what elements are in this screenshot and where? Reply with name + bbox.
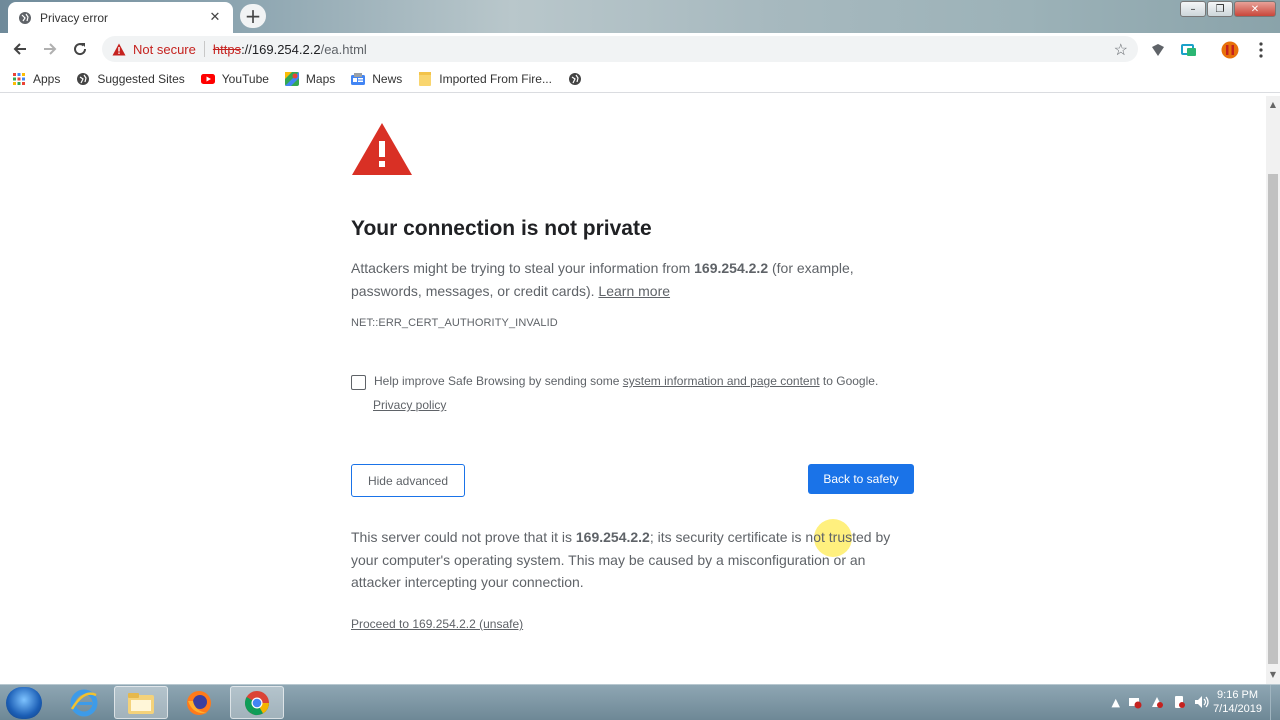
system-info-link[interactable]: system information and page content	[623, 374, 820, 388]
scrollbar-thumb[interactable]	[1268, 174, 1278, 664]
bookmark-apps[interactable]: Apps	[12, 72, 60, 86]
maps-icon	[284, 71, 299, 86]
menu-kebab-icon[interactable]	[1252, 41, 1270, 59]
safe-browsing-pre: Help improve Safe Browsing by sending so…	[374, 374, 623, 388]
reload-button[interactable]	[69, 38, 91, 60]
globe-icon	[568, 72, 582, 86]
internet-explorer-icon[interactable]	[57, 686, 111, 719]
details-host: 169.254.2.2	[575, 529, 650, 545]
tab-title: Privacy error	[40, 10, 109, 25]
bookmark-news[interactable]: News	[351, 72, 402, 86]
close-window-button[interactable]: ✕	[1234, 1, 1276, 17]
extension-puzzle-icon[interactable]	[1149, 41, 1167, 59]
back-to-safety-button[interactable]: Back to safety	[808, 464, 914, 494]
globe-icon	[76, 72, 90, 86]
network-warning-icon[interactable]	[1128, 695, 1142, 709]
clock-date: 7/14/2019	[1213, 703, 1262, 715]
show-desktop-button[interactable]	[1270, 685, 1280, 720]
reload-icon	[74, 43, 87, 56]
windows-taskbar: ▲ 9:16 PM 7/14/2019	[0, 684, 1280, 720]
title-bar: Privacy error ✕ + – ❐ ✕	[0, 0, 1280, 33]
privacy-policy-link[interactable]: Privacy policy	[373, 398, 446, 412]
apps-grid-icon	[12, 72, 26, 86]
page-title: Your connection is not private	[351, 217, 652, 240]
usb-device-icon[interactable]	[1172, 695, 1186, 709]
details-pre: This server could not prove that it is	[351, 529, 576, 545]
maximize-button[interactable]: ❐	[1207, 1, 1233, 17]
bookmark-globe[interactable]	[568, 72, 589, 86]
back-button[interactable]	[9, 38, 31, 60]
url-host: ://169.254.2.2	[241, 41, 321, 57]
file-explorer-icon[interactable]	[114, 686, 168, 719]
globe-icon	[18, 11, 32, 25]
profile-avatar-icon[interactable]	[1221, 41, 1239, 59]
volume-icon[interactable]	[1194, 695, 1210, 709]
explanation-pre: Attackers might be trying to steal your …	[351, 260, 695, 276]
window-controls: – ❐ ✕	[1180, 1, 1276, 17]
back-arrow-icon	[13, 43, 26, 55]
bookmark-folder-imported[interactable]: Imported From Fire...	[418, 71, 552, 86]
omnibox-separator	[203, 41, 205, 57]
bookmark-label: YouTube	[221, 71, 269, 86]
taskbar-clock[interactable]: 9:16 PM 7/14/2019	[1213, 688, 1262, 716]
vertical-scrollbar[interactable]: ▲ ▼	[1266, 96, 1280, 684]
firefox-icon[interactable]	[172, 686, 226, 719]
extension-screen-icon[interactable]	[1180, 41, 1198, 59]
clock-time: 9:16 PM	[1217, 689, 1259, 701]
action-center-icon[interactable]	[1150, 695, 1164, 709]
learn-more-link[interactable]: Learn more	[598, 283, 670, 299]
explanation-host: 169.254.2.2	[694, 260, 769, 276]
safe-browsing-text: Help improve Safe Browsing by sending so…	[374, 373, 878, 390]
forward-button[interactable]	[39, 38, 61, 60]
bookmark-label: Maps	[305, 71, 336, 86]
bookmark-label: News	[372, 71, 403, 86]
warning-triangle-icon[interactable]	[112, 43, 126, 56]
system-tray: ▲	[1112, 695, 1210, 709]
url-path: /ea.html	[320, 41, 367, 57]
bookmarks-bar: Apps Suggested Sites YouTube Maps News I…	[0, 65, 1280, 93]
minimize-button[interactable]: –	[1180, 1, 1206, 17]
not-secure-label[interactable]: Not secure	[133, 42, 196, 57]
safe-browsing-checkbox[interactable]	[351, 375, 366, 390]
tab-privacy-error[interactable]: Privacy error ✕	[8, 2, 233, 33]
folder-icon	[418, 71, 432, 86]
details-text: This server could not prove that it is 1…	[351, 526, 911, 594]
bookmark-label: Apps	[33, 71, 61, 86]
page-content: Your connection is not private Attackers…	[0, 96, 1266, 684]
show-hidden-icons-icon[interactable]: ▲	[1112, 696, 1120, 709]
bookmark-label: Suggested Sites	[97, 71, 185, 86]
safe-browsing-post: to Google.	[819, 374, 879, 388]
bookmark-maps[interactable]: Maps	[284, 71, 336, 86]
scroll-down-icon[interactable]: ▼	[1266, 668, 1280, 682]
browser-toolbar: Not secure https ://169.254.2.2 /ea.html…	[0, 33, 1280, 65]
new-tab-button[interactable]: +	[240, 4, 266, 28]
proceed-unsafe-link[interactable]: Proceed to 169.254.2.2 (unsafe)	[351, 617, 523, 631]
url-scheme: https	[212, 41, 242, 57]
explanation-text: Attackers might be trying to steal your …	[351, 257, 911, 302]
warning-triangle-icon	[351, 122, 413, 181]
bookmark-star-icon[interactable]: ☆	[1114, 40, 1128, 60]
scroll-up-icon[interactable]: ▲	[1266, 98, 1280, 112]
error-code: NET::ERR_CERT_AUTHORITY_INVALID	[351, 317, 558, 329]
tab-close-icon[interactable]: ✕	[207, 10, 223, 25]
news-icon	[351, 72, 366, 86]
address-bar[interactable]: Not secure https ://169.254.2.2 /ea.html…	[102, 36, 1138, 62]
hide-advanced-button[interactable]: Hide advanced	[351, 464, 465, 497]
safe-browsing-option: Help improve Safe Browsing by sending so…	[351, 373, 911, 390]
bookmark-label: Imported From Fire...	[439, 71, 552, 86]
youtube-icon	[200, 72, 215, 86]
bookmark-youtube[interactable]: YouTube	[200, 71, 269, 86]
start-button[interactable]	[6, 687, 42, 719]
chrome-icon[interactable]	[230, 686, 284, 719]
bookmark-suggested-sites[interactable]: Suggested Sites	[76, 71, 185, 86]
forward-arrow-icon	[44, 43, 57, 55]
